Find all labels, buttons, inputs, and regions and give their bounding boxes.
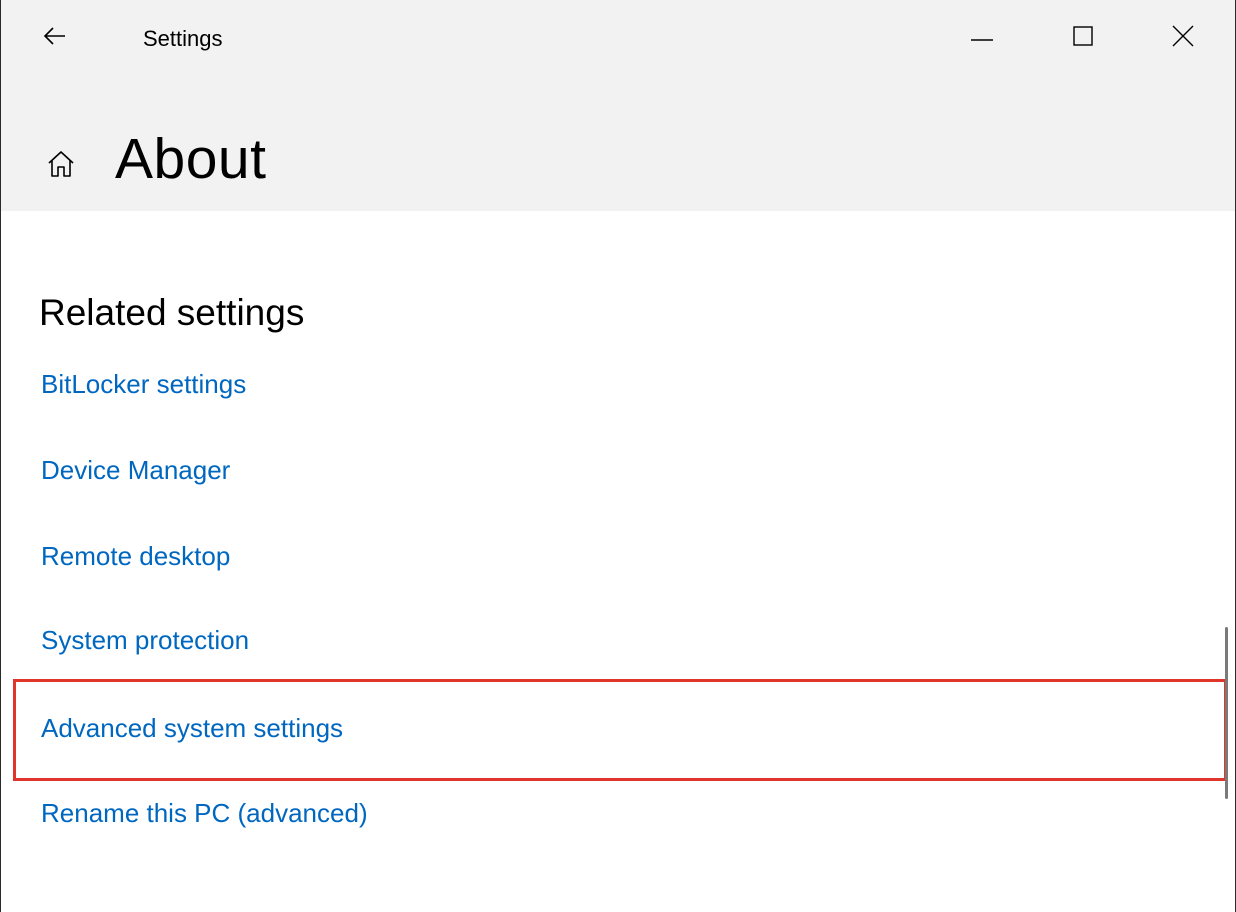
minimize-icon (971, 29, 993, 47)
maximize-icon (1073, 25, 1093, 51)
system-protection-link[interactable]: System protection (41, 623, 249, 657)
advanced-system-settings-link[interactable]: Advanced system settings (41, 711, 343, 745)
window-title: Settings (143, 26, 223, 51)
title-bar: Settings (1, 0, 1235, 76)
related-settings-heading: Related settings (39, 292, 305, 333)
page-heading: About (41, 124, 266, 194)
remote-desktop-link[interactable]: Remote desktop (41, 539, 230, 573)
rename-this-pc-link[interactable]: Rename this PC (advanced) (41, 796, 368, 830)
scrollbar-thumb[interactable] (1225, 627, 1228, 799)
maximize-button[interactable] (1053, 14, 1113, 62)
close-button[interactable] (1153, 14, 1213, 62)
page-title: About (115, 127, 267, 191)
settings-window: Settings About Related settings BitLocke… (0, 0, 1236, 912)
home-icon[interactable] (41, 144, 81, 184)
minimize-button[interactable] (952, 14, 1012, 62)
back-button[interactable] (31, 14, 79, 62)
device-manager-link[interactable]: Device Manager (41, 453, 230, 487)
back-arrow-icon (43, 26, 67, 51)
bitlocker-settings-link[interactable]: BitLocker settings (41, 367, 246, 401)
close-icon (1172, 25, 1194, 52)
